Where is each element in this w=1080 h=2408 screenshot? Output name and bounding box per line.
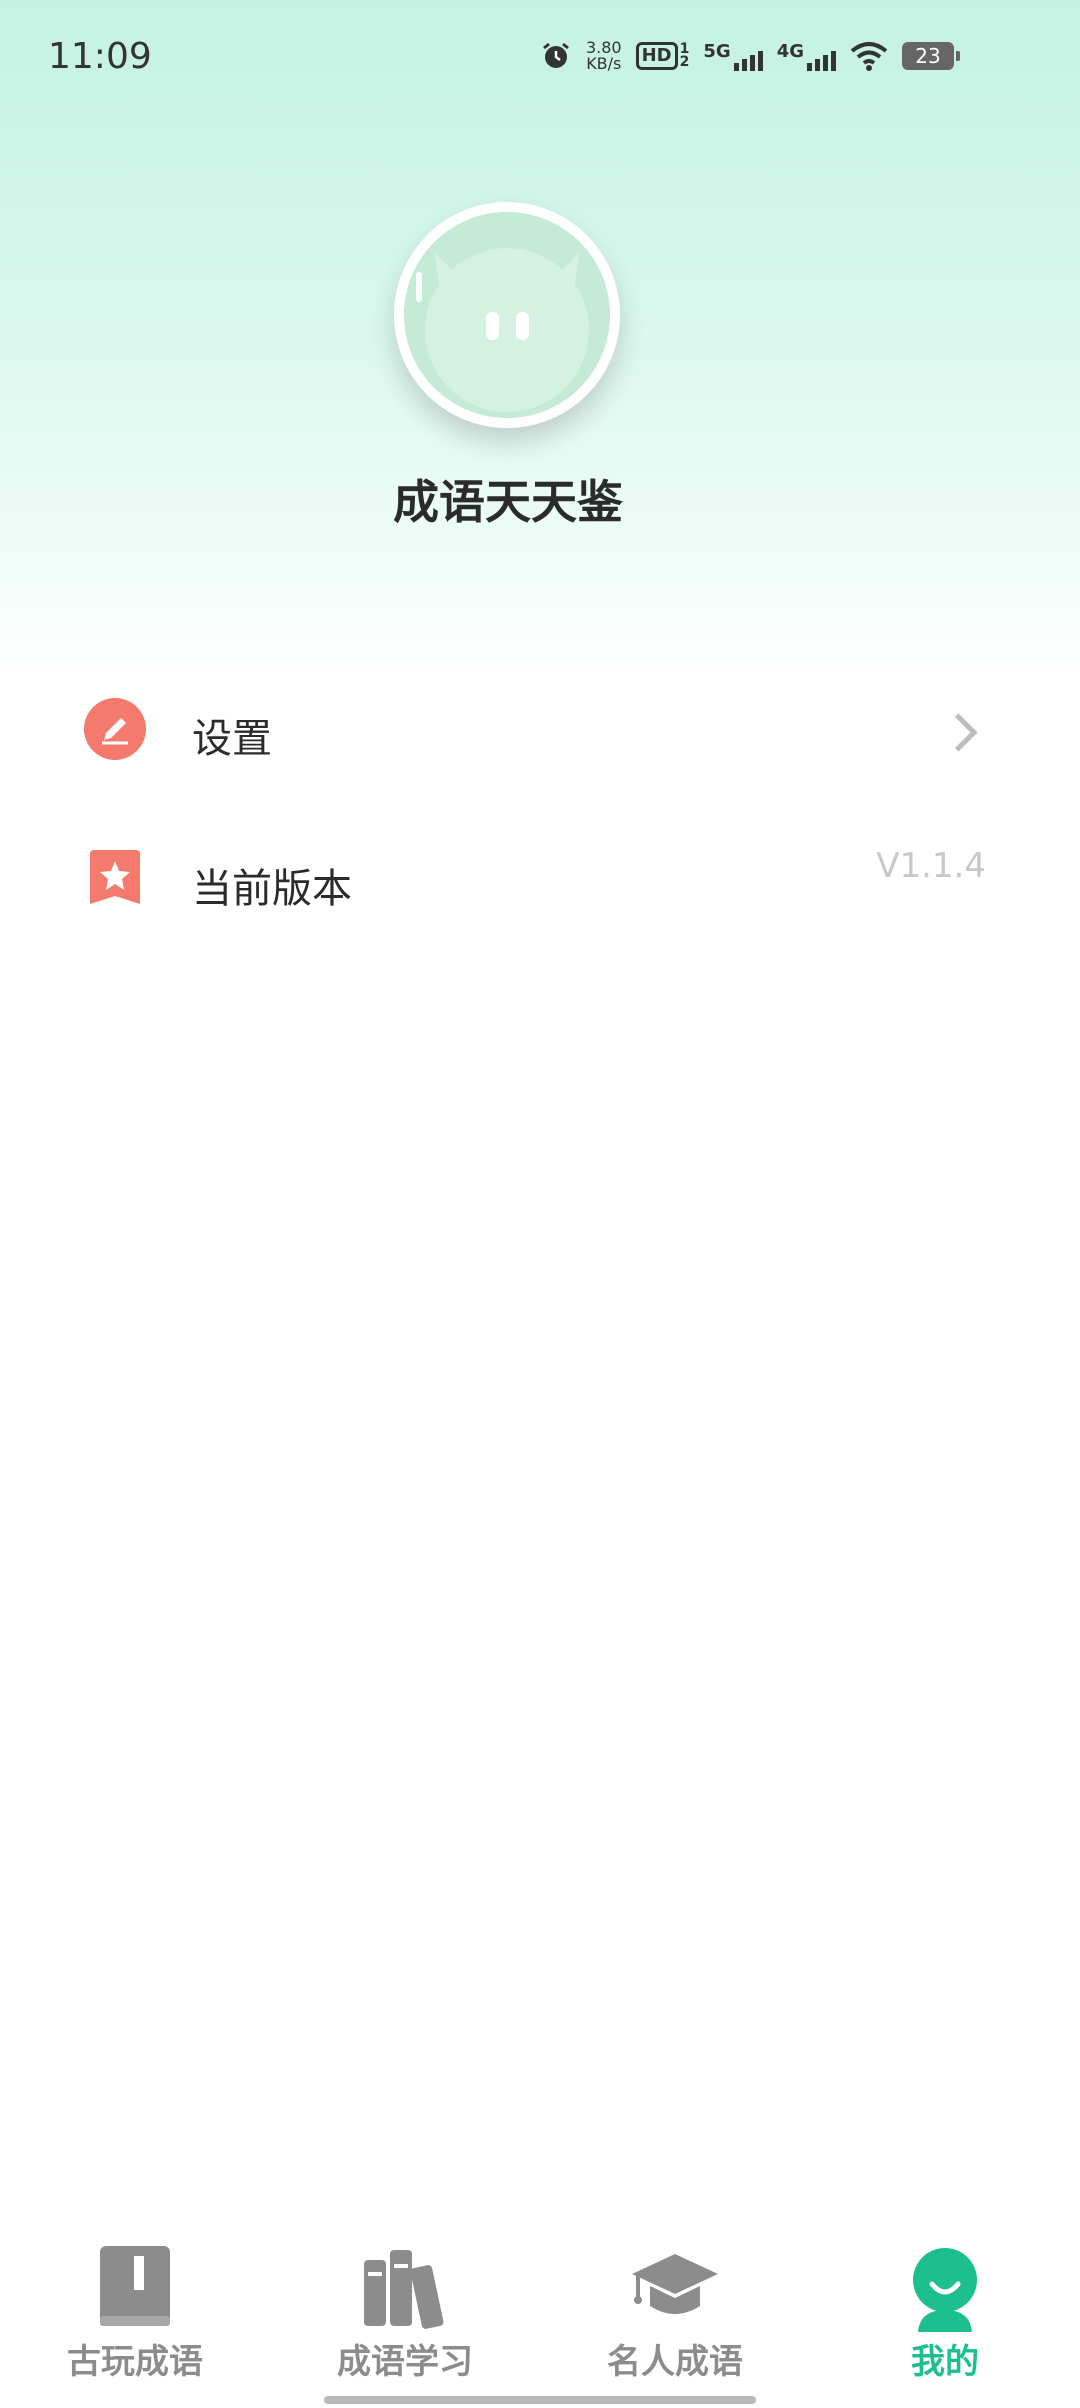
hd-badge: HD (635, 42, 678, 70)
version-value: V1.1.4 (876, 846, 986, 886)
alarm-icon (543, 42, 569, 68)
tab-antique-idioms[interactable]: 古玩成语 (0, 2230, 270, 2382)
chevron-right-icon (939, 713, 978, 752)
settings-label: 设置 (192, 716, 272, 762)
avatar-cat-icon (404, 212, 610, 418)
version-row[interactable]: 当前版本 V1.1.4 (0, 824, 1080, 934)
book-icon (100, 2246, 170, 2326)
network-speed: 3.80 KB/s (586, 40, 622, 72)
tab-idiom-learning[interactable]: 成语学习 (270, 2230, 540, 2382)
tab-celebrity-idioms[interactable]: 名人成语 (540, 2230, 810, 2382)
tab-label: 名人成语 (607, 2342, 743, 2382)
signal-4g-icon: 4G (777, 41, 836, 71)
home-indicator[interactable] (324, 2396, 756, 2404)
hd-indicator: HD 1 2 (635, 42, 690, 70)
profile-icon (913, 2248, 977, 2332)
version-label: 当前版本 (192, 866, 352, 912)
books-icon (364, 2250, 444, 2329)
battery-icon: 23 (902, 42, 960, 70)
graduation-cap-icon (632, 2254, 718, 2314)
signal-4g-label: 4G (776, 41, 804, 62)
tab-mine[interactable]: 我的 (810, 2230, 1080, 2382)
hd-sim-numbers: 1 2 (679, 42, 690, 70)
status-icons: 3.80 KB/s HD 1 2 5G 4G 23 (540, 40, 960, 72)
bottom-tab-bar: 古玩成语 成语学习 名人成语 我的 (0, 2230, 1080, 2382)
signal-5g-label: 5G (703, 41, 731, 62)
tab-label: 我的 (911, 2342, 979, 2382)
avatar[interactable] (394, 202, 620, 428)
signal-5g-icon: 5G (703, 41, 763, 71)
status-time: 11:09 (48, 36, 152, 77)
tab-label: 古玩成语 (67, 2342, 203, 2382)
app-name: 成语天天鉴 (393, 475, 623, 529)
network-speed-unit: KB/s (586, 54, 622, 73)
settings-row[interactable]: 设置 (0, 674, 1080, 784)
tab-label: 成语学习 (337, 2342, 473, 2382)
star-bookmark-icon (84, 848, 146, 910)
edit-icon (84, 698, 146, 760)
avatar-image (404, 212, 610, 418)
status-bar: 11:09 3.80 KB/s HD 1 2 5G 4G 23 (0, 0, 1080, 120)
hd-sim-bottom: 2 (679, 54, 690, 70)
wifi-icon (850, 42, 888, 71)
